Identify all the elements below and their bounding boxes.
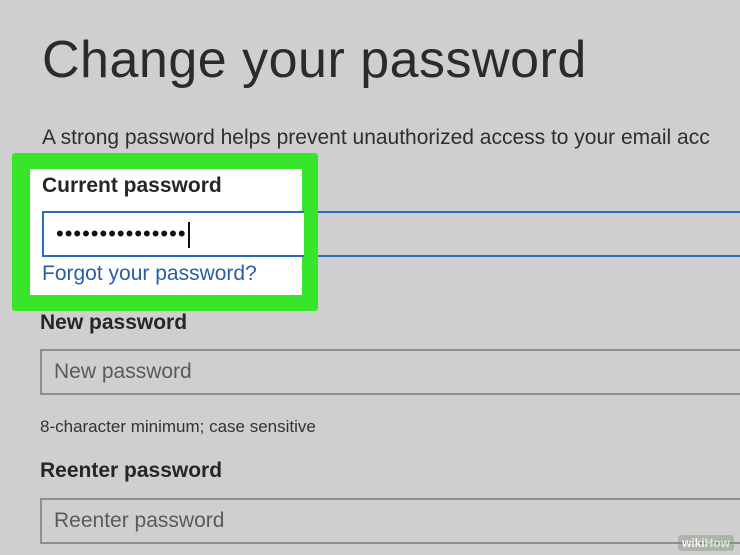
current-password-field-border[interactable] bbox=[300, 211, 740, 257]
reenter-password-input[interactable] bbox=[40, 498, 740, 544]
wikihow-watermark: wikiHow bbox=[677, 535, 734, 551]
text-caret bbox=[187, 222, 190, 249]
current-password-input[interactable]: ••••••••••••••• bbox=[42, 211, 304, 257]
password-hint: 8-character minimum; case sensitive bbox=[40, 417, 316, 436]
new-password-label: New password bbox=[40, 311, 188, 334]
forgot-password-link[interactable]: Forgot your password? bbox=[42, 262, 257, 286]
reenter-password-label: Reenter password bbox=[40, 459, 223, 482]
page-description: A strong password helps prevent unauthor… bbox=[42, 126, 710, 149]
new-password-input[interactable] bbox=[40, 349, 740, 395]
page-title: Change your password bbox=[42, 31, 587, 89]
current-password-value: ••••••••••••••• bbox=[56, 221, 187, 246]
current-password-label: Current password bbox=[42, 174, 222, 197]
